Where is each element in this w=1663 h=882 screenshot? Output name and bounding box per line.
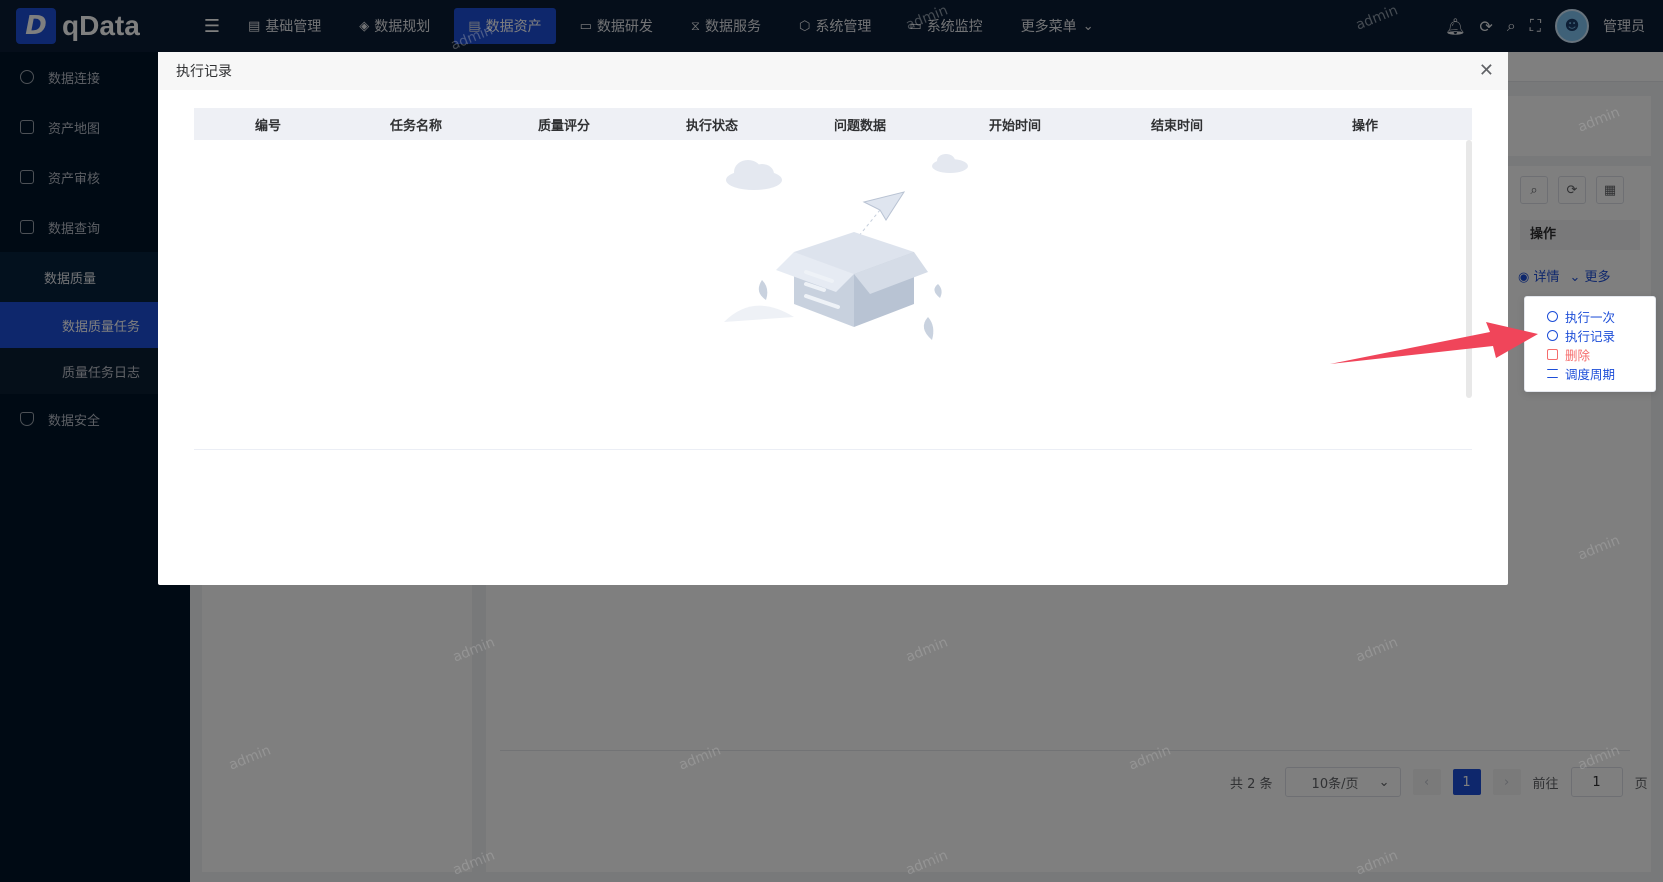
close-icon[interactable]: ✕	[1479, 60, 1494, 81]
column-header: 编号	[254, 118, 281, 134]
dropdown-item-label: 执行记录	[1565, 329, 1616, 344]
execution-record-item[interactable]: 执行记录	[1547, 326, 1655, 345]
delete-item[interactable]: 删除	[1547, 345, 1655, 364]
dropdown-item-label: 执行一次	[1565, 310, 1616, 325]
column-header: 操作	[1351, 118, 1378, 134]
table-header: 编号 任务名称 质量评分 执行状态 问题数据 开始时间 结束时间 操作	[194, 108, 1472, 140]
empty-box-icon	[724, 154, 968, 340]
column-header: 结束时间	[1150, 118, 1203, 134]
dropdown-item-label: 删除	[1565, 348, 1591, 363]
execute-once-item[interactable]: 执行一次	[1547, 307, 1655, 326]
column-header: 质量评分	[537, 118, 590, 134]
play-icon	[1547, 311, 1558, 322]
column-header: 问题数据	[833, 118, 886, 134]
sliders-icon	[1547, 369, 1558, 378]
column-header: 任务名称	[389, 118, 442, 134]
trash-icon	[1547, 349, 1558, 360]
more-actions-dropdown: 执行一次 执行记录 删除 调度周期	[1524, 296, 1656, 392]
execution-record-table: 编号 任务名称 质量评分 执行状态 问题数据 开始时间 结束时间 操作	[194, 108, 1472, 452]
dialog-header: 执行记录	[158, 52, 1508, 90]
schedule-cycle-item[interactable]: 调度周期	[1547, 364, 1655, 383]
execution-record-dialog: 执行记录 ✕ 编号 任务名称 质量评分 执行状态 问题数据 开始时间 结束时间 …	[158, 52, 1508, 585]
column-header: 开始时间	[988, 118, 1041, 134]
dialog-title: 执行记录	[176, 64, 232, 80]
dropdown-item-label: 调度周期	[1565, 367, 1616, 382]
column-header: 执行状态	[685, 118, 738, 134]
annotation-arrow-icon	[1330, 322, 1538, 364]
table-body	[194, 140, 1472, 452]
table-bottom-border	[194, 449, 1472, 450]
check-circle-icon	[1547, 330, 1558, 341]
